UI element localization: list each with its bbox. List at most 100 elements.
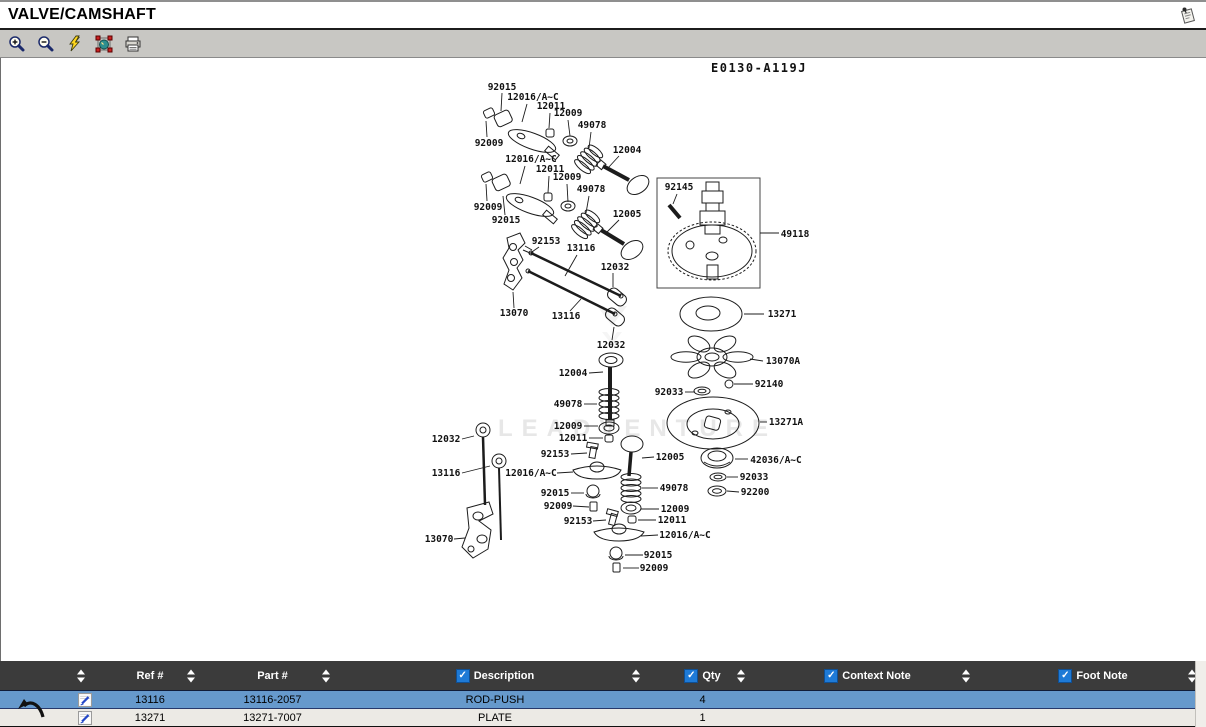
- zoom-out-button[interactable]: [36, 34, 56, 54]
- callout-leader-line: [641, 535, 658, 536]
- callout-leader-line: [501, 93, 502, 111]
- col-header-context-note[interactable]: ✓ Context Note: [755, 661, 980, 690]
- undo-arrow-icon[interactable]: [16, 697, 46, 726]
- part-number-callout: 49078: [660, 483, 689, 494]
- callout-leader-line: [557, 472, 573, 473]
- part-number-callout: 12032: [601, 262, 630, 273]
- diagram-toolbar: [0, 30, 1206, 58]
- callout-leader-line: [568, 120, 570, 136]
- part-number-callout: 49078: [577, 184, 606, 195]
- part-number-callout: 92140: [755, 379, 784, 390]
- page-title: VALVE/CAMSHAFT: [8, 6, 156, 24]
- part-number-callout: 13070: [425, 534, 454, 545]
- part-number-callout: 13116: [552, 311, 581, 322]
- part-number-callout: 13271: [768, 309, 797, 320]
- edit-note-icon[interactable]: [77, 710, 92, 725]
- part-number-callout: 92009: [544, 501, 573, 512]
- sort-icon[interactable]: [962, 669, 970, 682]
- parts-table: Ref # Part # ✓ Description ✓ Qty ✓ Conte…: [0, 661, 1206, 727]
- callout-leader-line: [570, 299, 581, 311]
- part-number-callout: 92153: [532, 236, 561, 247]
- callout-leader-line: [549, 113, 550, 128]
- col-header-part[interactable]: Part #: [205, 661, 340, 690]
- callout-leader-line: [520, 166, 525, 184]
- sort-icon[interactable]: [187, 669, 195, 682]
- part-number-callout: 12004: [559, 368, 588, 379]
- part-number-callout: 13271A: [769, 417, 804, 428]
- part-number-callout: 12009: [553, 172, 582, 183]
- part-number-callout: 49118: [781, 229, 810, 240]
- part-number-callout: 92033: [740, 472, 769, 483]
- part-number-callout: 13070: [500, 308, 529, 319]
- callout-leader-line: [567, 184, 568, 202]
- callout-leader-line: [462, 436, 474, 439]
- sort-icon[interactable]: [322, 669, 330, 682]
- edit-note-icon[interactable]: [77, 692, 92, 707]
- sort-icon[interactable]: [632, 669, 640, 682]
- row-cell-icon: [0, 709, 95, 726]
- col-header-ref[interactable]: Ref #: [95, 661, 205, 690]
- row-cell-description: PLATE: [340, 709, 650, 726]
- sort-icon[interactable]: [77, 669, 85, 682]
- col-header-select[interactable]: [0, 661, 95, 690]
- callout-leader-line: [608, 156, 619, 168]
- checkbox-checked[interactable]: ✓: [824, 669, 838, 683]
- callout-leader-line: [727, 491, 739, 492]
- flash-highlight-button[interactable]: [65, 34, 85, 54]
- part-number-callout: 12032: [432, 434, 461, 445]
- row-cell-context-note: [755, 709, 980, 726]
- col-header-foot-note[interactable]: ✓ Foot Note: [980, 661, 1206, 690]
- row-cell-qty: 4: [650, 691, 755, 708]
- callout-leader-line: [607, 220, 619, 232]
- part-number-callout: 92009: [475, 138, 504, 149]
- row-cell-context-note: [755, 691, 980, 708]
- table-row[interactable]: 1311613116-2057ROD-PUSH4: [0, 691, 1206, 709]
- part-number-callout: 13116: [432, 468, 461, 479]
- part-number-callout: 12016/A~C: [505, 468, 557, 479]
- parts-catalog-window: VALVE/CAMSHAFT: [0, 0, 1206, 727]
- zoom-in-button[interactable]: [7, 34, 27, 54]
- diagram-code: E0130-A119J: [711, 61, 807, 75]
- table-row[interactable]: 1327113271-7007PLATE1: [0, 709, 1206, 727]
- callout-leader-line: [486, 121, 487, 137]
- part-number-callout: 92033: [655, 387, 684, 398]
- sort-icon[interactable]: [737, 669, 745, 682]
- title-bar: VALVE/CAMSHAFT: [0, 0, 1206, 30]
- part-number-callout: 92145: [665, 182, 694, 193]
- row-cell-ref: 13271: [95, 709, 205, 726]
- hotspot-map-button[interactable]: [94, 34, 114, 54]
- callout-leader-line: [571, 453, 587, 454]
- print-button[interactable]: [123, 34, 143, 54]
- row-cell-description: ROD-PUSH: [340, 691, 650, 708]
- diagram-canvas[interactable]: LEADVENTURE E0130-A119J: [0, 58, 1206, 661]
- callout-leader-line: [589, 372, 603, 373]
- callout-leader-line: [593, 520, 606, 521]
- row-cell-foot-note: [980, 709, 1206, 726]
- part-number-callout: 12009: [554, 108, 583, 119]
- checkbox-checked[interactable]: ✓: [456, 669, 470, 683]
- note-icon[interactable]: [1178, 5, 1198, 25]
- callout-leader-line: [529, 247, 539, 254]
- checkbox-checked[interactable]: ✓: [1058, 669, 1072, 683]
- row-cell-foot-note: [980, 691, 1206, 708]
- part-number-callout: 92015: [541, 488, 570, 499]
- part-number-callout: 12004: [613, 145, 642, 156]
- checkbox-checked[interactable]: ✓: [684, 669, 698, 683]
- callout-leader-line: [513, 292, 514, 308]
- part-number-callout: 92153: [564, 516, 593, 527]
- row-cell-part: 13271-7007: [205, 709, 340, 726]
- col-header-qty[interactable]: ✓ Qty: [650, 661, 755, 690]
- part-number-callout: 92009: [640, 563, 669, 574]
- row-cell-qty: 1: [650, 709, 755, 726]
- callout-leader-line: [503, 196, 505, 215]
- part-number-callout: 12016/A~C: [659, 530, 711, 541]
- callout-leader-line: [750, 359, 763, 361]
- part-number-callout: 12009: [554, 421, 583, 432]
- callout-leader-line: [486, 184, 487, 201]
- part-number-callout: 92200: [741, 487, 770, 498]
- callout-leader-line: [454, 538, 465, 539]
- col-header-description[interactable]: ✓ Description: [340, 661, 650, 690]
- vertical-scrollbar[interactable]: [1195, 661, 1206, 727]
- part-number-callout: 12011: [559, 433, 588, 444]
- part-number-callout: 12011: [658, 515, 687, 526]
